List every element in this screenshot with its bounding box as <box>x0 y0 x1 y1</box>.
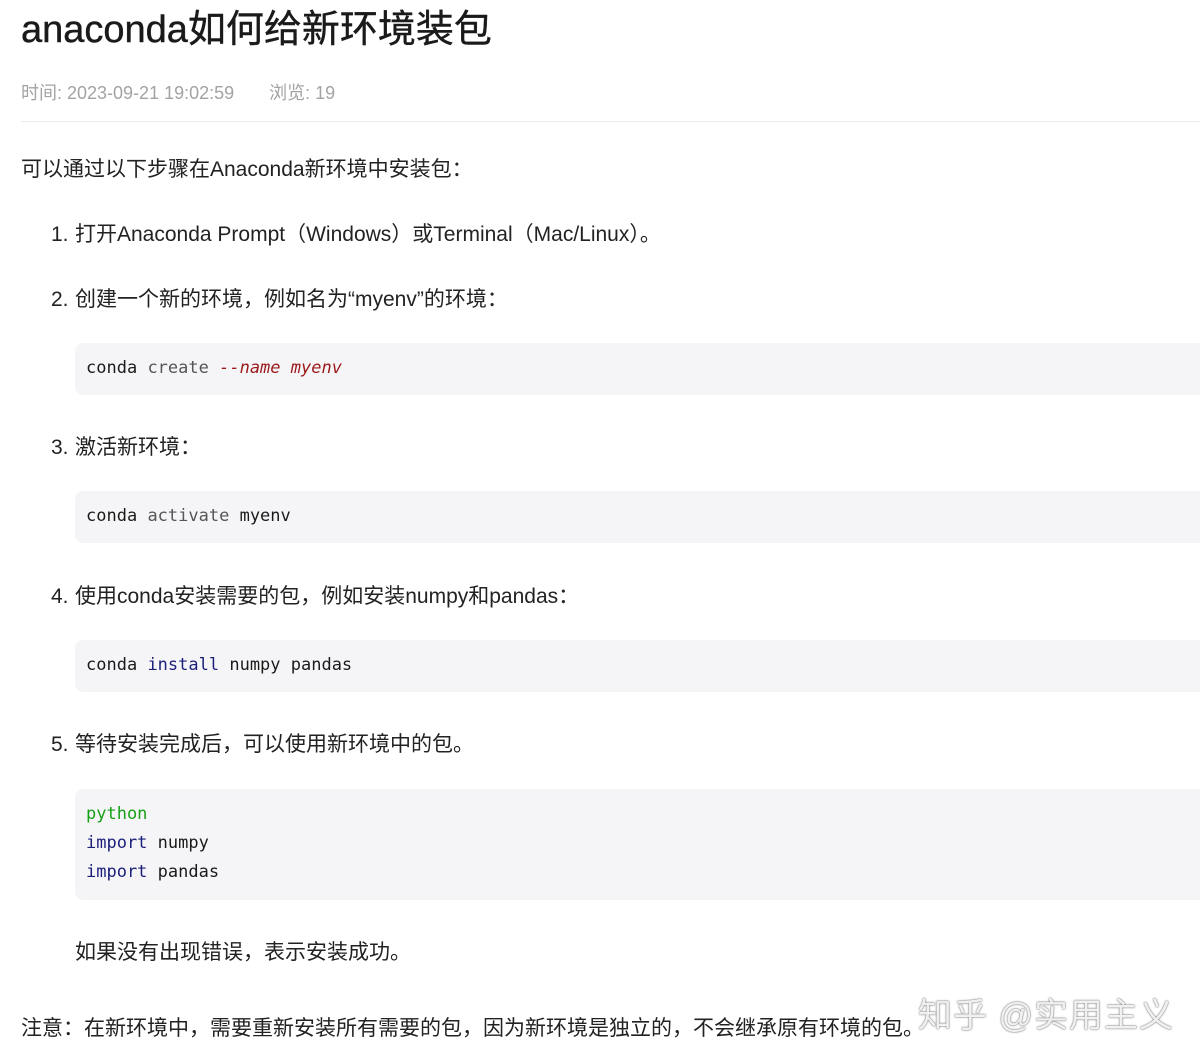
code-block[interactable]: conda create --name myenv <box>75 343 1200 395</box>
code-token: conda <box>86 358 138 378</box>
list-item: 3. 激活新环境： <box>51 433 201 463</box>
list-item-number: 5. <box>51 733 69 756</box>
list-item-number: 1. <box>51 223 69 246</box>
list-item: 1. 打开Anaconda Prompt（Windows）或Terminal（Ma… <box>51 220 661 250</box>
code-token: pandas <box>157 862 220 882</box>
code-token: import <box>86 862 148 882</box>
code-token: myenv <box>290 358 342 378</box>
code-block[interactable]: conda install numpy pandas <box>75 640 1200 692</box>
code-token: numpy <box>157 833 209 853</box>
code-token: conda <box>86 655 138 675</box>
code-block[interactable]: conda activate myenv <box>75 491 1200 543</box>
zhihu-watermark: 知乎 @实用主义 <box>918 997 1174 1035</box>
code-line: conda create --name myenv <box>86 354 1200 383</box>
publish-time: 时间: 2023-09-21 19:02:59 <box>21 83 235 103</box>
list-item-text: 等待安装完成后，可以使用新环境中的包。 <box>75 733 474 756</box>
code-token: install <box>147 655 220 675</box>
code-line: conda install numpy pandas <box>86 651 1200 680</box>
code-line: import pandas <box>86 858 1200 887</box>
page-title: anaconda如何给新环境装包 <box>21 9 492 51</box>
list-item-text: 创建一个新的环境，例如名为“myenv”的环境： <box>75 288 508 311</box>
code-token: activate <box>147 506 230 526</box>
list-item-text: 使用conda安装需要的包，例如安装numpy和pandas： <box>75 585 580 608</box>
code-token: create <box>147 358 209 378</box>
list-item-text: 打开Anaconda Prompt（Windows）或Terminal（Mac/… <box>75 223 661 246</box>
list-item: 2. 创建一个新的环境，例如名为“myenv”的环境： <box>51 285 508 315</box>
code-token: --name <box>219 358 281 378</box>
code-token: import <box>86 833 148 853</box>
code-block[interactable]: python import numpy import pandas <box>75 789 1200 900</box>
success-note: 如果没有出现错误，表示安装成功。 <box>75 941 411 964</box>
code-token: conda <box>86 506 138 526</box>
code-line: import numpy <box>86 829 1200 858</box>
code-line: conda activate myenv <box>86 502 1200 531</box>
code-token: python <box>86 804 148 824</box>
article-meta: 时间: 2023-09-21 19:02:59 浏览: 19 <box>21 81 335 105</box>
list-item-number: 2. <box>51 288 69 311</box>
view-count: 浏览: 19 <box>269 83 336 103</box>
list-item-number: 4. <box>51 585 69 608</box>
code-token: numpy pandas <box>229 655 353 675</box>
header-divider <box>21 121 1200 122</box>
intro-paragraph: 可以通过以下步骤在Anaconda新环境中安装包： <box>21 158 473 181</box>
closing-note: 注意：在新环境中，需要重新安装所有需要的包，因为新环境是独立的，不会继承原有环境… <box>21 1017 924 1040</box>
list-item-number: 3. <box>51 436 69 459</box>
code-line: python <box>86 800 1200 829</box>
list-item: 4. 使用conda安装需要的包，例如安装numpy和pandas： <box>51 582 579 612</box>
list-item: 5. 等待安装完成后，可以使用新环境中的包。 <box>51 730 474 760</box>
code-token: myenv <box>239 506 291 526</box>
list-item-text: 激活新环境： <box>75 436 201 459</box>
